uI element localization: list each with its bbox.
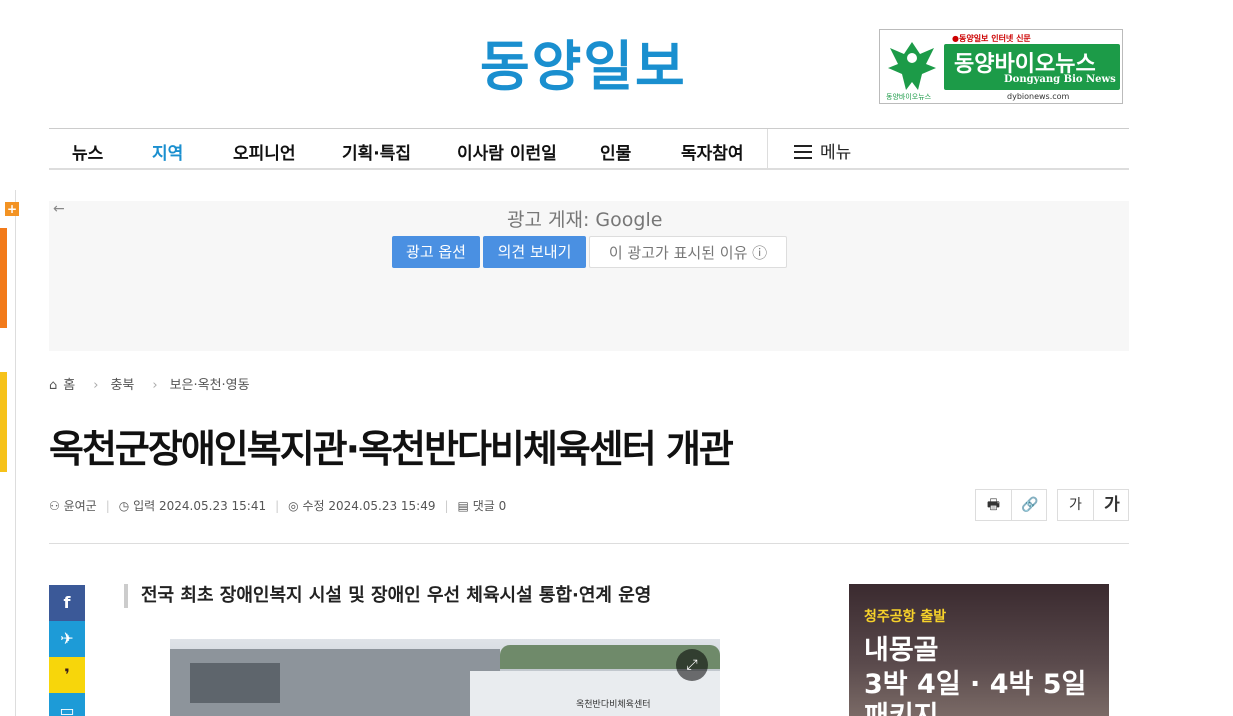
photo-building-window [190, 663, 280, 703]
nav-item-person[interactable]: 인물 [600, 139, 631, 164]
font-smaller-button[interactable]: 가 [1058, 490, 1094, 520]
google-label: Google [595, 209, 663, 231]
back-arrow-icon[interactable]: ← [53, 201, 65, 217]
article-meta: ⚇ 윤여군 | ◷ 입력 2024.05.23 15:41 | ◎ 수정 2024.05… [49, 499, 507, 513]
menu-label: 메뉴 [820, 143, 852, 163]
chevron-right-icon: › [93, 378, 99, 393]
left-widget-tab-orange[interactable] [0, 228, 7, 328]
nav-item-region[interactable]: 지역 [152, 139, 183, 164]
nav-divider [767, 129, 768, 169]
link-icon[interactable]: 🔗 [1012, 490, 1048, 520]
banner-url: dybionews.com [1007, 92, 1070, 101]
bio-news-banner[interactable]: ●동양일보 인터넷 신문 동양바이오뉴스 Dongyang Bio News 동… [879, 29, 1123, 104]
hamburger-icon [794, 145, 812, 159]
main-nav: 뉴스 지역 오피니언 기획·특집 이사람 이런일 인물 독자참여 메뉴 [49, 128, 1129, 170]
article-title: 옥천군장애인복지관·옥천반다비체육센터 개관 [49, 427, 734, 471]
eagle-emblem-icon [888, 42, 936, 90]
banner-green-box: 동양바이오뉴스 Dongyang Bio News [944, 44, 1120, 90]
nav-item-reader[interactable]: 독자참여 [681, 139, 744, 164]
facebook-icon[interactable]: f [49, 585, 85, 621]
user-icon: ⚇ [49, 499, 60, 513]
side-ad-line3: 패키지 [864, 694, 939, 716]
banner-tagline: ●동양일보 인터넷 신문 [952, 34, 1031, 43]
twitter-icon[interactable]: ✈ [49, 621, 85, 657]
ad-why-button[interactable]: 이 광고가 표시된 이유 ⓘ [589, 236, 787, 268]
edit-time: 2024.05.23 15:49 [328, 499, 436, 513]
breadcrumb-home[interactable]: 홈 [63, 378, 75, 393]
article-photo[interactable]: 옥천반다비체육센터 ⤢ [170, 639, 720, 716]
side-ad[interactable]: 청주공항 출발 내몽골 3박 4일 · 4박 5일 패키지 [849, 584, 1109, 716]
banner-name-en: Dongyang Bio News [1004, 74, 1116, 85]
nav-item-special[interactable]: 기획·특집 [342, 139, 411, 164]
expand-icon[interactable]: ⤢ [676, 649, 708, 681]
breadcrumb: ⌂ 홈 › 충북 › 보은·옥천·영동 [49, 374, 256, 393]
ad-by-prefix: 광고 게재: [507, 209, 596, 231]
photo-building-sign: 옥천반다비체육센터 [576, 700, 651, 710]
home-icon: ⌂ [49, 378, 58, 393]
comment-icon: ▤ [457, 499, 469, 513]
banner-bird-label: 동양바이오뉴스 [886, 93, 932, 101]
clock-icon: ◷ [118, 499, 130, 513]
nav-item-people-story[interactable]: 이사람 이런일 [457, 139, 557, 164]
edit-label: 수정 [302, 499, 325, 513]
breadcrumb-level2[interactable]: 보은·옥천·영동 [170, 378, 250, 393]
comments-label[interactable]: 댓글 [473, 499, 495, 513]
nav-item-opinion[interactable]: 오피니언 [233, 139, 296, 164]
comments-count[interactable]: 0 [499, 499, 507, 513]
left-widget-tab-yellow[interactable] [0, 372, 7, 472]
font-larger-button[interactable]: 가 [1094, 490, 1130, 520]
band-icon[interactable]: ▭ [49, 693, 85, 716]
breadcrumb-level1[interactable]: 충북 [110, 378, 134, 393]
print-icon[interactable]: 🖶 [976, 490, 1012, 520]
menu-button[interactable]: 메뉴 [794, 138, 851, 163]
article-author: 윤여군 [63, 499, 97, 513]
check-circle-icon: ◎ [288, 499, 299, 513]
chevron-right-icon: › [152, 378, 158, 393]
ad-by-google: 광고 게재: Google [507, 205, 662, 232]
site-logo[interactable]: 동양일보 [480, 36, 687, 98]
kakao-icon[interactable]: ❜ [49, 657, 85, 693]
google-ad: ← 광고 게재: Google 광고 옵션 의견 보내기 이 광고가 표시된 이… [49, 201, 1129, 351]
article-subtitle: 전국 최초 장애인복지 시설 및 장애인 우선 체육시설 통합·연계 운영 [124, 584, 651, 608]
side-ad-tag: 청주공항 출발 [864, 609, 947, 625]
ad-options-button[interactable]: 광고 옵션 [392, 236, 480, 268]
font-size-tools: 가 가 [1057, 489, 1129, 521]
nav-item-news[interactable]: 뉴스 [72, 139, 103, 164]
input-label: 입력 [133, 499, 156, 513]
plus-icon[interactable]: + [5, 202, 19, 216]
ad-feedback-button[interactable]: 의견 보내기 [483, 236, 586, 268]
share-tools: 🖶 🔗 [975, 489, 1047, 521]
input-time: 2024.05.23 15:41 [159, 499, 267, 513]
divider [49, 543, 1129, 544]
